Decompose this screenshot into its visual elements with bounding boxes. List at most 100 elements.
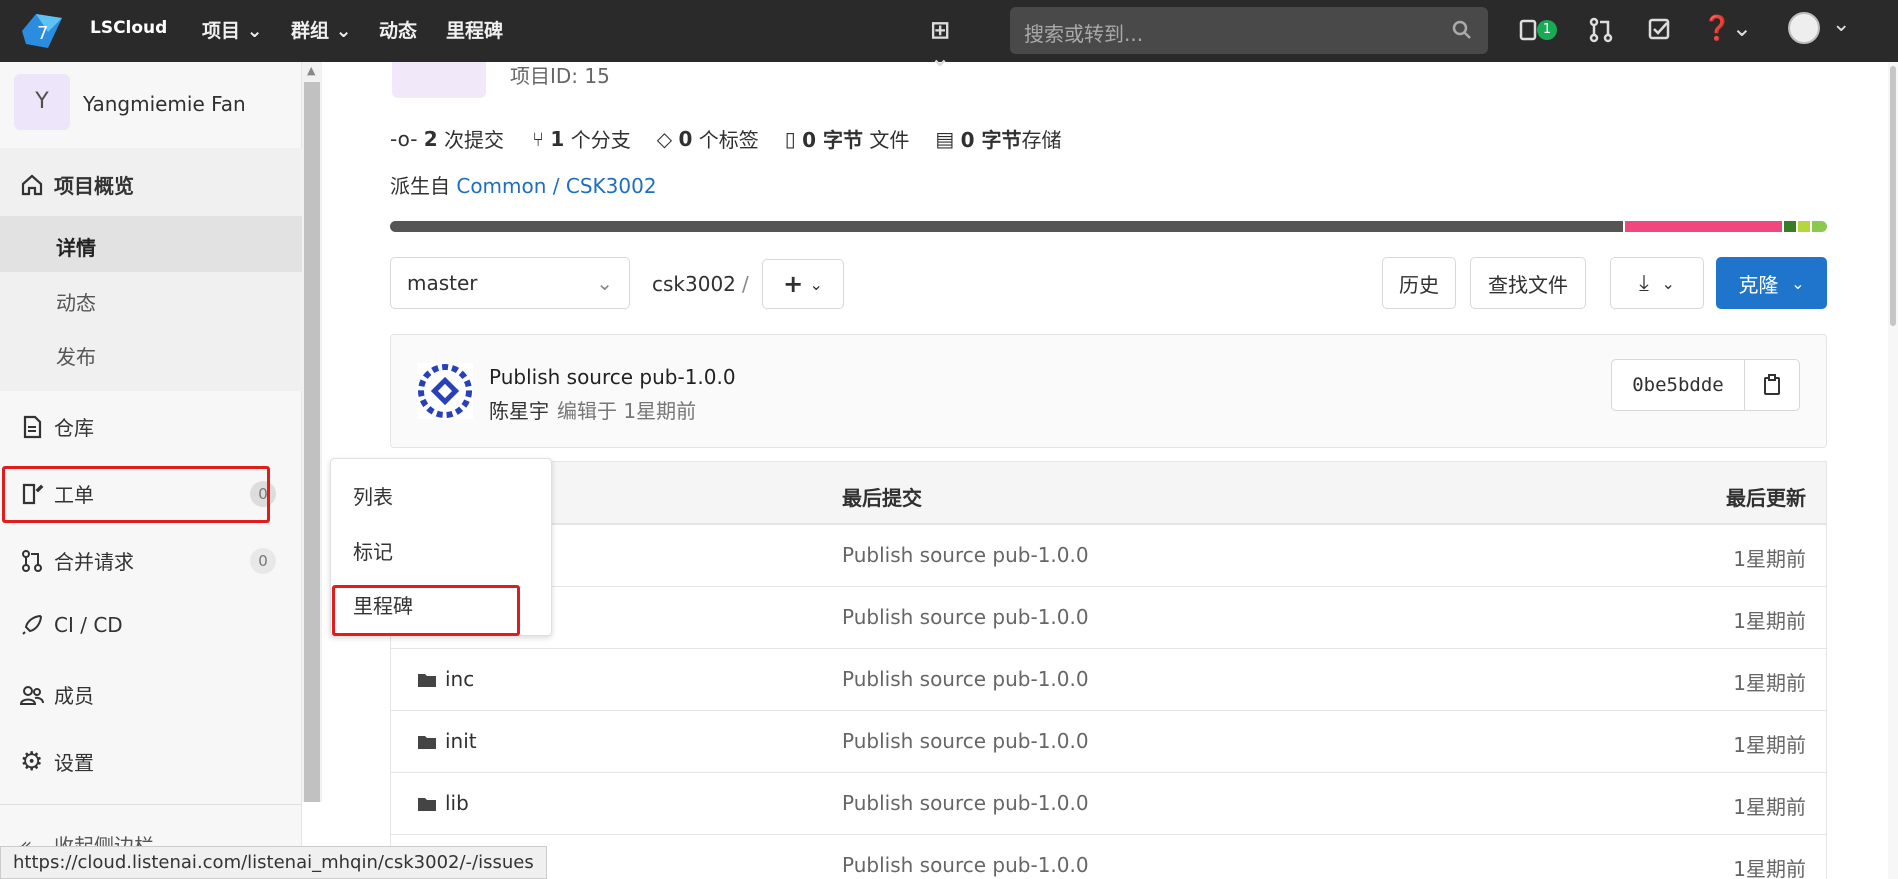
project-id: 项目ID: 15	[510, 64, 610, 88]
sidebar-sub-releases[interactable]: 发布	[56, 341, 96, 370]
nav-projects[interactable]: 项目 ⌄	[202, 16, 263, 43]
table-row[interactable]: Publish source pub-1.0.0 1星期前	[390, 525, 1827, 587]
row-updated: 1星期前	[1733, 547, 1806, 571]
brand-name[interactable]: LSCloud	[90, 18, 167, 38]
todo-badge: 1	[1537, 20, 1557, 40]
language-segment	[1625, 221, 1782, 232]
row-commit[interactable]: Publish source pub-1.0.0	[842, 667, 1089, 691]
project-avatar[interactable]: Y	[14, 74, 70, 130]
language-segment	[1812, 221, 1827, 232]
file-name[interactable]: init	[445, 729, 477, 753]
sidebar-sub-details[interactable]: 详情	[56, 232, 96, 261]
todos-icon[interactable]	[1648, 18, 1682, 52]
row-updated: 1星期前	[1733, 733, 1806, 757]
find-file-button[interactable]: 查找文件	[1470, 257, 1586, 309]
table-row[interactable]: Publish source pub-1.0.0 1星期前	[390, 587, 1827, 649]
sidebar-item-repository[interactable]: 仓库	[20, 412, 94, 441]
row-commit[interactable]: Publish source pub-1.0.0	[842, 605, 1089, 629]
merge-requests-icon[interactable]	[1588, 17, 1622, 51]
highlight-issues	[2, 466, 270, 523]
home-icon	[21, 174, 43, 195]
branches-link[interactable]: 个分支	[571, 124, 631, 153]
row-commit[interactable]: Publish source pub-1.0.0	[842, 853, 1089, 877]
project-stats: -o- 2 次提交 ⑂ 1 个分支 ◇ 0 个标签 ▯ 0 字节 文件 ▤ 0 …	[390, 124, 1062, 153]
chevron-down-icon: ⌄	[809, 274, 823, 294]
table-row[interactable]: init Publish source pub-1.0.0 1星期前	[390, 711, 1827, 773]
fork-source-link[interactable]: Common / CSK3002	[456, 174, 656, 198]
language-segment	[1784, 221, 1796, 232]
file-name[interactable]: lib	[445, 791, 469, 815]
table-row[interactable]: inc Publish source pub-1.0.0 1星期前	[390, 649, 1827, 711]
highlight-milestones	[332, 585, 520, 636]
path-root[interactable]: csk3002	[652, 272, 736, 296]
rocket-icon	[22, 614, 43, 635]
lscloud-logo-icon[interactable]: 7	[18, 10, 66, 52]
top-navbar: 7 LSCloud 项目 ⌄ 群组 ⌄ 动态 里程碑 ⊞ ⌄ 搜索或转到... …	[0, 0, 1898, 72]
new-plus-icon[interactable]: ⊞ ⌄	[930, 16, 964, 72]
history-button[interactable]: 历史	[1382, 257, 1456, 309]
tags-link[interactable]: 个标签	[699, 124, 759, 153]
file-icon: ▯	[784, 126, 796, 151]
commit-author[interactable]: 陈星宇	[489, 395, 549, 424]
row-updated: 1星期前	[1733, 857, 1806, 879]
commit-message-link[interactable]: Publish source pub-1.0.0	[489, 365, 736, 389]
last-commit-box: Publish source pub-1.0.0 陈星宇 编辑于 1星期前 0b…	[390, 334, 1827, 448]
sidebar-item-cicd[interactable]: CI / CD	[20, 613, 123, 637]
svg-text:7: 7	[37, 23, 48, 44]
sidebar-scrollbar[interactable]: ▲	[302, 62, 322, 802]
clipboard-icon	[1764, 374, 1780, 395]
path-separator: /	[742, 272, 749, 296]
files-link[interactable]: 文件	[869, 124, 909, 153]
user-avatar-menu[interactable]: ⌄	[1788, 12, 1850, 46]
chevron-down-icon: ⌄	[335, 20, 352, 42]
nav-milestones[interactable]: 里程碑	[446, 16, 503, 43]
table-row[interactable]: Publish source pub-1.0.0 1星期前	[390, 835, 1827, 879]
tag-icon: ◇	[656, 126, 673, 151]
issues-icon[interactable]: 1	[1519, 14, 1557, 48]
add-file-button[interactable]: + ⌄	[762, 259, 844, 309]
author-avatar[interactable]	[417, 363, 473, 419]
project-avatar-large	[392, 62, 486, 98]
row-commit[interactable]: Publish source pub-1.0.0	[842, 543, 1089, 567]
col-last-commit: 最后提交	[842, 486, 922, 510]
clone-button[interactable]: 克隆 ⌄	[1716, 257, 1827, 309]
commit-sha[interactable]: 0be5bdde	[1611, 359, 1745, 411]
row-updated: 1星期前	[1733, 795, 1806, 819]
commits-link[interactable]: 次提交	[444, 124, 504, 153]
search-input[interactable]: 搜索或转到...	[1010, 7, 1488, 54]
row-updated: 1星期前	[1733, 671, 1806, 695]
chevron-down-icon: ⌄	[246, 20, 263, 42]
table-header: 名称 最后提交 最后更新	[390, 461, 1827, 525]
sidebar-item-merge-requests[interactable]: 合并请求	[20, 546, 134, 575]
scroll-up-icon[interactable]: ▲	[307, 64, 315, 77]
copy-sha-button[interactable]	[1744, 359, 1800, 411]
sidebar-item-members[interactable]: 成员	[20, 680, 94, 709]
menu-item-labels[interactable]: 标记	[353, 536, 393, 565]
download-icon: ⤓	[1639, 270, 1649, 296]
branch-select[interactable]: master ⌄	[390, 257, 630, 309]
nav-groups[interactable]: 群组 ⌄	[291, 16, 352, 43]
folder-icon	[417, 793, 437, 817]
nav-activity[interactable]: 动态	[379, 16, 417, 43]
page-scrollbar[interactable]	[1888, 62, 1898, 879]
owner-name[interactable]: Yangmiemie Fan	[83, 92, 246, 116]
users-icon	[20, 685, 44, 705]
forked-from: 派生自 Common / CSK3002	[390, 174, 657, 198]
sidebar-item-overview[interactable]: 项目概览	[20, 170, 134, 199]
branch-icon: ⑂	[532, 126, 545, 151]
search-icon	[1452, 20, 1471, 39]
table-row[interactable]: lib Publish source pub-1.0.0 1星期前	[390, 773, 1827, 835]
download-button[interactable]: ⤓ ⌄	[1610, 257, 1704, 309]
sidebar-sub-activity[interactable]: 动态	[56, 287, 96, 316]
file-name[interactable]: inc	[445, 667, 474, 691]
avatar	[1788, 12, 1820, 44]
row-commit[interactable]: Publish source pub-1.0.0	[842, 791, 1089, 815]
storage-label: 存储	[1021, 128, 1062, 152]
commit-icon: -o-	[390, 126, 418, 151]
merge-count-badge: 0	[250, 548, 276, 574]
sidebar-item-settings[interactable]: ⚙ 设置	[20, 747, 94, 776]
row-commit[interactable]: Publish source pub-1.0.0	[842, 729, 1089, 753]
help-icon[interactable]: ❓⌄	[1702, 14, 1752, 48]
commit-time: 编辑于 1星期前	[557, 399, 697, 423]
menu-item-list[interactable]: 列表	[353, 481, 393, 510]
